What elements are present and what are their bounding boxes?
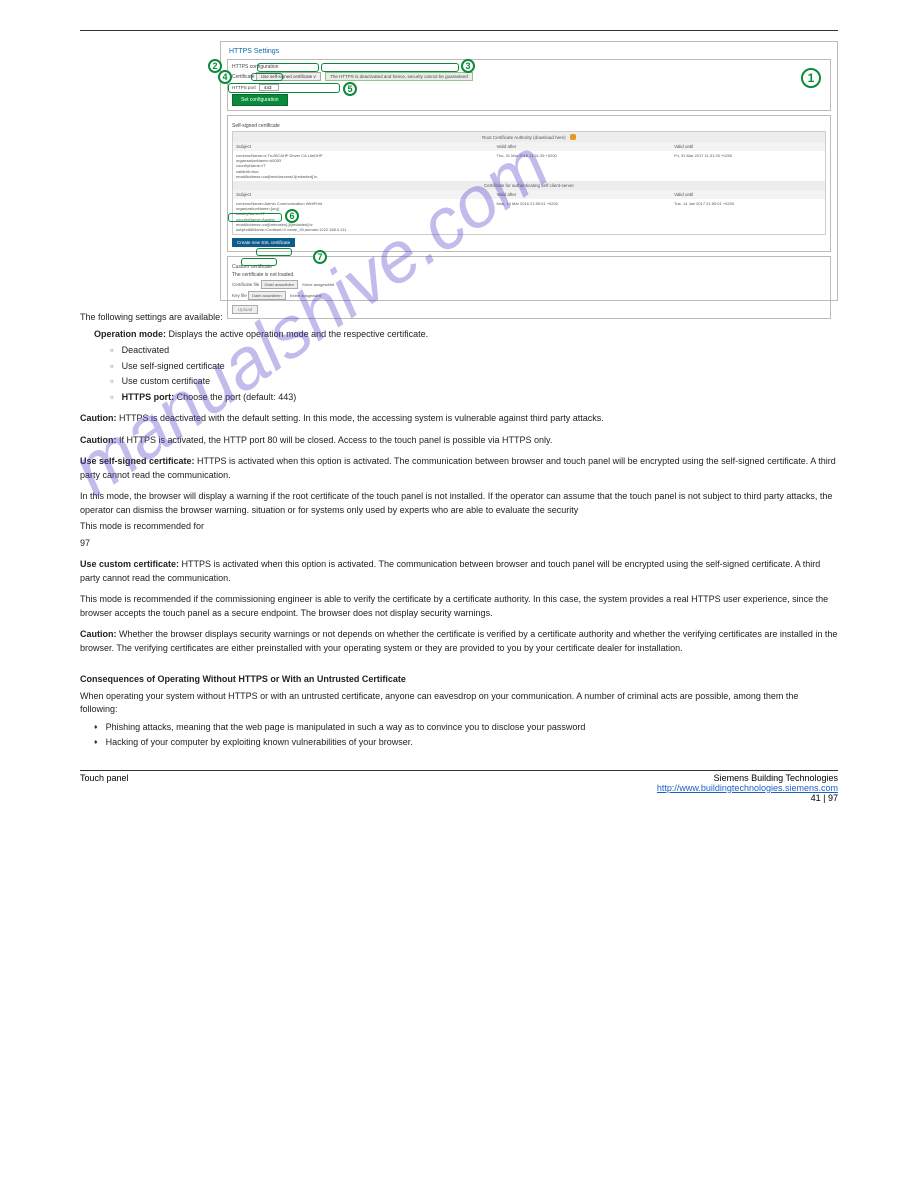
caution3-body: Whether the browser displays security wa…	[80, 629, 837, 653]
download-link[interactable]: Root Certificate Authority (download her…	[482, 135, 566, 140]
cert-table-header: Subject Valid after Valid until	[233, 142, 825, 151]
callout-4: 4	[218, 70, 232, 84]
cert-table-header-2: Subject Valid after Valid until	[233, 190, 825, 199]
cert-hint: The HTTPS is deactivated and hence, secu…	[325, 72, 473, 81]
upload-button[interactable]: Upload	[232, 305, 258, 314]
key-file-label: Key file	[232, 293, 247, 298]
cert-file-nosel: Keine ausgewählt	[302, 282, 334, 287]
cert1-after: Thu, 31 Mar 2016 11:31:25 +0200	[493, 151, 671, 181]
b5-lead: HTTPS port:	[122, 392, 175, 402]
caution2-lead: Caution:	[80, 435, 117, 445]
page-number: 41 | 97	[811, 793, 838, 803]
cert1-until: Fri, 31 Mar 2017 11:31:25 +0200	[671, 151, 825, 181]
callout-6: 6	[285, 209, 299, 223]
b1-lead: Operation mode:	[94, 329, 166, 339]
custom-cert-box: Custom certificate The certificate is no…	[227, 256, 831, 319]
custom-note-long: This mode is recommended if the commissi…	[80, 593, 838, 620]
end-bullet-2: Hacking of your computer by exploiting k…	[94, 736, 838, 750]
custom-note: The certificate is not loaded.	[232, 272, 826, 278]
cert2-after: Mon, 14 Mar 2016 21:50:01 +0200	[493, 199, 671, 234]
footer-left: Touch panel	[80, 773, 129, 793]
ss-title: HTTPS Settings	[229, 48, 831, 55]
cert-row-1: commonName=e.TruStCAHP Driver CA LiteDHP…	[233, 151, 825, 181]
page-bottom-rule	[80, 770, 838, 771]
self-signed-title: Self-signed certificate	[232, 123, 826, 129]
cert-field-label: Certificate	[232, 74, 255, 80]
callout-3: 3	[461, 59, 475, 73]
end-bullet-1: Phishing attacks, meaning that the web p…	[94, 721, 838, 735]
port-label: HTTPS port	[232, 85, 256, 90]
page-top-rule	[80, 30, 838, 31]
th-until: Valid until	[671, 142, 825, 151]
callout-1: 1	[801, 68, 821, 88]
config-label: HTTPS configuration	[232, 64, 826, 70]
stray-97: 97	[80, 537, 838, 551]
cert-row-2: commonName=Admin Communication WebPrint …	[233, 199, 825, 234]
callout-7: 7	[313, 250, 327, 264]
download-row: Root Certificate Authority (download her…	[233, 132, 825, 142]
selfsigned-note: In this mode, the browser will display a…	[80, 490, 838, 517]
download-icon[interactable]	[570, 134, 576, 140]
th-subject: Subject	[233, 142, 493, 151]
cert1-subject: commonName=e.TruStCAHP Driver CA LiteDHP…	[233, 151, 493, 181]
footer-link[interactable]: http://www.buildingtechnologies.siemens.…	[657, 783, 838, 793]
selfsigned-lead: Use self-signed certificate:	[80, 456, 195, 466]
key-file-choose[interactable]: Datei auswählen	[248, 291, 286, 300]
consequences-head: Consequences of Operating Without HTTPS …	[80, 674, 406, 684]
th2-until: Valid until	[671, 190, 825, 199]
https-config-box: HTTPS configuration Certificate Use self…	[227, 59, 831, 111]
consequences-body: When operating your system without HTTPS…	[80, 690, 838, 717]
https-settings-screenshot: HTTPS Settings HTTPS configuration Certi…	[220, 41, 838, 301]
caution2-body: If HTTPS is activated, the HTTP port 80 …	[117, 435, 553, 445]
selfsigned-note2: This mode is recommended for	[80, 520, 838, 534]
th2-subject: Subject	[233, 190, 493, 199]
set-config-button[interactable]: Set configuration	[232, 94, 288, 106]
callout-5: 5	[343, 82, 357, 96]
bullet-deactivated: Deactivated	[110, 344, 838, 358]
cert-file-label: Certificate file	[232, 282, 259, 287]
self-signed-box: Self-signed certificate Root Certificate…	[227, 115, 831, 252]
bullet-self-signed: Use self-signed certificate	[110, 360, 838, 374]
cert-file-choose[interactable]: Datei auswählen	[261, 280, 299, 289]
footer: Touch panel Siemens Building Technologie…	[80, 773, 838, 793]
custom-lead: Use custom certificate:	[80, 559, 179, 569]
b5-body: Choose the port (default: 443)	[174, 392, 296, 402]
cert-mid-banner: Certificate for authenticating self clie…	[233, 181, 825, 190]
custom-body: HTTPS is activated when this option is a…	[80, 559, 820, 583]
custom-cert-title: Custom certificate	[232, 264, 826, 270]
caution1-lead: Caution:	[80, 413, 117, 423]
footer-company: Siemens Building Technologies	[657, 773, 838, 783]
cert2-subject: commonName=Admin Communication WebPrint …	[233, 199, 493, 234]
th2-after: Valid after	[493, 190, 671, 199]
cert-select-button[interactable]: Use self-signed certificate v	[256, 72, 321, 81]
create-ssl-button[interactable]: Create new SSL certificate	[232, 238, 295, 247]
caution3-lead: Caution:	[80, 629, 117, 639]
bullet-custom: Use custom certificate	[110, 375, 838, 389]
cert2-until: Tue, 14 Jan 2017 21:50:01 +0200	[671, 199, 825, 234]
key-file-nosel: Keine ausgewählt	[290, 293, 322, 298]
caution1-body: HTTPS is deactivated with the default se…	[117, 413, 604, 423]
th-after: Valid after	[493, 142, 671, 151]
b1-body: Displays the active operation mode and t…	[166, 329, 428, 339]
port-input[interactable]: 443	[259, 84, 279, 91]
